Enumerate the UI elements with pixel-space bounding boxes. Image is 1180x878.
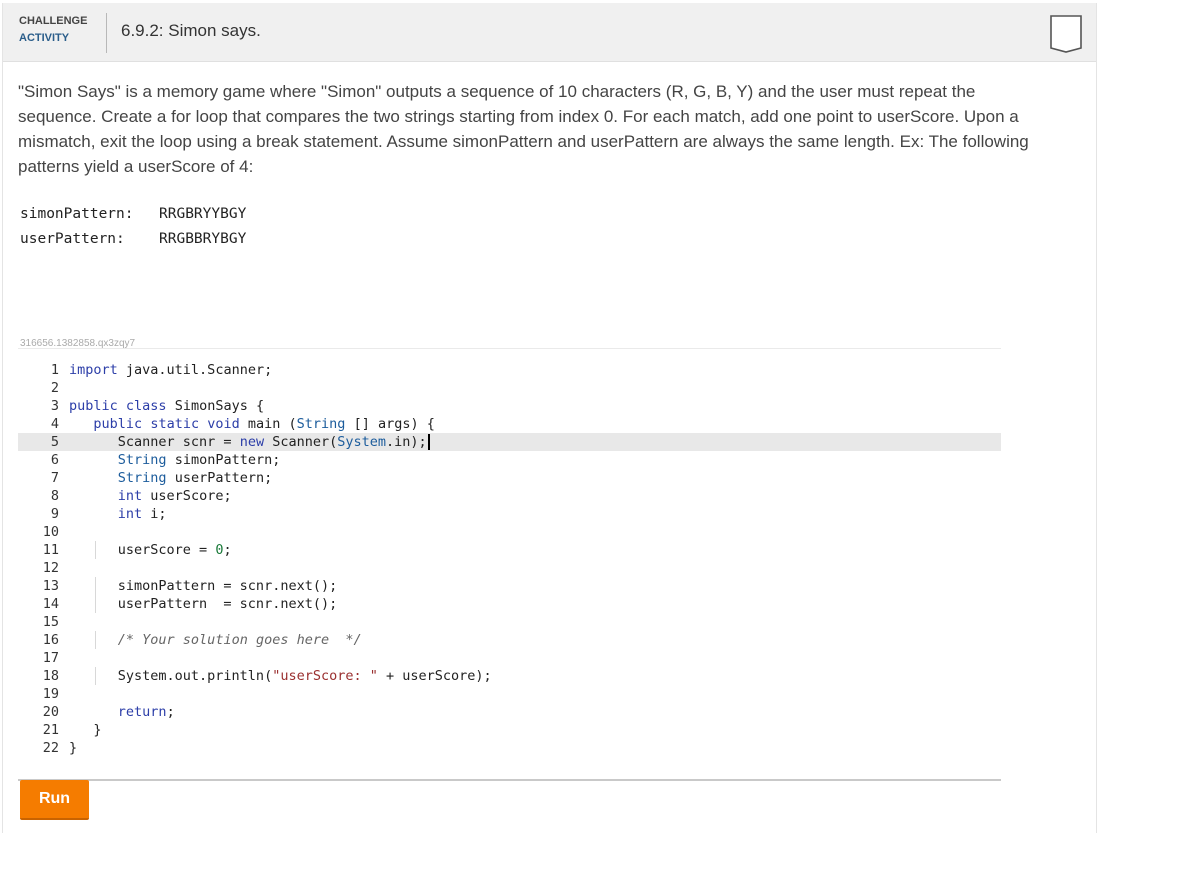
pattern-row-user: userPattern: RRGBBRYBGY — [20, 227, 246, 252]
line-number: 4 — [50, 416, 59, 432]
code-text[interactable]: } — [69, 721, 101, 739]
code-line[interactable]: 3 public class SimonSays { — [18, 397, 1001, 415]
code-text[interactable]: Scanner scnr = new Scanner(System.in);​ — [69, 433, 430, 451]
line-number: 8 — [50, 488, 59, 504]
pattern-row-simon: simonPattern: RRGBRYYBGY — [20, 202, 246, 227]
challenge-description: "Simon Says" is a memory game where "Sim… — [18, 82, 1029, 176]
code-line[interactable]: 10 — [18, 523, 1001, 541]
code-line[interactable]: 17 — [18, 649, 1001, 667]
challenge-card: CHALLENGE ACTIVITY 6.9.2: Simon says. "S… — [2, 3, 1097, 833]
bookmark-icon[interactable] — [1050, 15, 1082, 53]
code-text[interactable]: System.out.println("userScore: " + userS… — [69, 667, 492, 685]
challenge-header: CHALLENGE ACTIVITY 6.9.2: Simon says. — [3, 3, 1096, 62]
line-number: 12 — [42, 560, 59, 576]
code-line[interactable]: 21 } — [18, 721, 1001, 739]
line-number: 9 — [50, 506, 59, 522]
code-line[interactable]: 22} — [18, 739, 1001, 757]
code-line[interactable]: 14 userPattern = scnr.next(); — [18, 595, 1001, 613]
code-line[interactable]: 6 String simonPattern; — [18, 451, 1001, 469]
code-line[interactable]: 7 String userPattern; — [18, 469, 1001, 487]
pattern-value: RRGBBRYBGY — [159, 231, 247, 247]
line-number: 11 — [42, 542, 59, 558]
code-line[interactable]: 2 — [18, 379, 1001, 397]
code-text[interactable]: userPattern = scnr.next(); — [69, 595, 337, 613]
line-number: 15 — [42, 614, 59, 630]
line-number: 17 — [42, 650, 59, 666]
line-number: 1 — [50, 362, 59, 378]
line-number: 18 — [42, 668, 59, 684]
line-number: 6 — [50, 452, 59, 468]
code-text[interactable]: int userScore; — [69, 487, 232, 505]
pattern-value: RRGBRYYBGY — [159, 206, 247, 222]
code-text[interactable]: String userPattern; — [69, 469, 272, 487]
code-line[interactable]: 8 int userScore; — [18, 487, 1001, 505]
line-number: 13 — [42, 578, 59, 594]
code-text[interactable]: import java.util.Scanner; — [69, 361, 272, 379]
badge-line2: ACTIVITY — [19, 32, 70, 44]
code-text[interactable]: return; — [69, 703, 175, 721]
pattern-label: simonPattern: — [20, 206, 134, 222]
code-line[interactable]: 16 /* Your solution goes here */ — [18, 631, 1001, 649]
code-text[interactable]: simonPattern = scnr.next(); — [69, 577, 337, 595]
line-number: 14 — [42, 596, 59, 612]
code-line[interactable]: 11 userScore = 0; — [18, 541, 1001, 559]
run-button[interactable]: Run — [20, 780, 89, 820]
code-line[interactable]: 20 return; — [18, 703, 1001, 721]
code-editor[interactable]: 1 import java.util.Scanner; 2 3 public class… — [18, 348, 1001, 781]
example-patterns: simonPattern: RRGBRYYBGY userPattern: RRGB… — [20, 202, 246, 252]
code-line[interactable]: 13 simonPattern = scnr.next(); — [18, 577, 1001, 595]
line-number: 19 — [42, 686, 59, 702]
code-line[interactable]: 5 Scanner scnr = new Scanner(System.in);… — [18, 433, 1001, 451]
code-line[interactable]: 9 int i; — [18, 505, 1001, 523]
line-number: 2 — [50, 380, 59, 396]
badge-line1: CHALLENGE — [19, 15, 88, 27]
code-text[interactable]: public static void main (String [] args)… — [69, 415, 434, 433]
code-text[interactable]: public class SimonSays { — [69, 397, 264, 415]
text-cursor: ​ — [427, 434, 430, 450]
code-text[interactable]: int i; — [69, 505, 167, 523]
code-line[interactable]: 15 — [18, 613, 1001, 631]
code-text[interactable]: String simonPattern; — [69, 451, 281, 469]
line-number: 20 — [42, 704, 59, 720]
code-line[interactable]: 4 public static void main (String [] arg… — [18, 415, 1001, 433]
line-number: 21 — [42, 722, 59, 738]
line-number: 22 — [42, 740, 59, 756]
code-line[interactable]: 12 — [18, 559, 1001, 577]
line-number: 16 — [42, 632, 59, 648]
challenge-title: 6.9.2: Simon says. — [121, 21, 261, 40]
code-line[interactable]: 19 — [18, 685, 1001, 703]
line-number: 10 — [42, 524, 59, 540]
code-line[interactable]: 1 import java.util.Scanner; — [18, 361, 1001, 379]
line-number: 3 — [50, 398, 59, 414]
line-number: 5 — [50, 434, 59, 450]
code-text[interactable]: } — [69, 739, 77, 757]
line-number: 7 — [50, 470, 59, 486]
challenge-badge: CHALLENGE ACTIVITY — [19, 13, 107, 53]
pattern-label: userPattern: — [20, 231, 125, 247]
code-text[interactable]: userScore = 0; — [69, 541, 232, 559]
code-text[interactable]: /* Your solution goes here */ — [69, 631, 362, 649]
code-line[interactable]: 18 System.out.println("userScore: " + us… — [18, 667, 1001, 685]
